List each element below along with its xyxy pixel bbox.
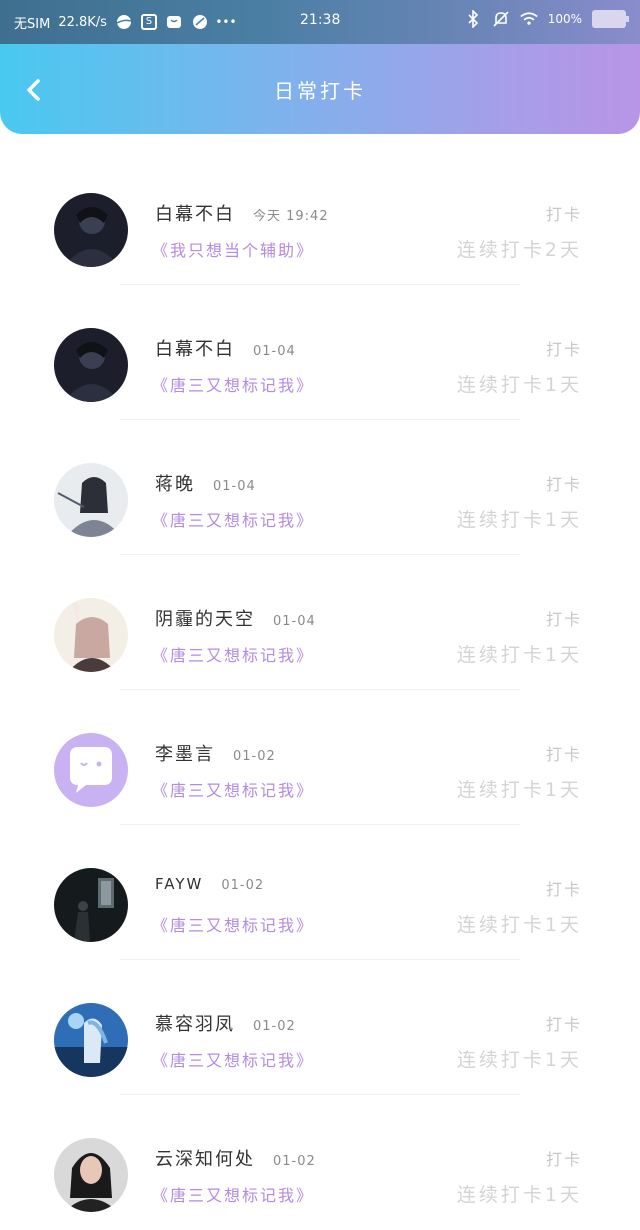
- avatar[interactable]: [54, 193, 128, 267]
- list-item[interactable]: 白幕不白 01-04 《唐三又想标记我》 打卡 连续打卡1天: [0, 285, 640, 420]
- checkin-button[interactable]: 打卡: [546, 1011, 582, 1035]
- streak-label: 连续打卡1天: [456, 914, 582, 936]
- user-name: 慕容羽凤: [155, 1014, 235, 1035]
- checkin-time: 01-02: [253, 1019, 296, 1034]
- checkin-button[interactable]: 打卡: [546, 201, 582, 225]
- list-item[interactable]: 慕容羽凤 01-02 《唐三又想标记我》 打卡 连续打卡1天: [0, 960, 640, 1095]
- list-item[interactable]: 云深知何处 01-02 《唐三又想标记我》 打卡 连续打卡1天: [0, 1095, 640, 1230]
- back-button[interactable]: [20, 76, 48, 104]
- book-title[interactable]: 《我只想当个辅助》: [152, 237, 314, 261]
- more-dots-icon: •••: [215, 15, 237, 29]
- list-item[interactable]: FAYW 01-02 《唐三又想标记我》 打卡 连续打卡1天: [0, 825, 640, 960]
- user-name: 阴霾的天空: [155, 609, 255, 630]
- checkin-button[interactable]: 打卡: [546, 336, 582, 360]
- avatar[interactable]: [54, 1003, 128, 1077]
- book-title[interactable]: 《唐三又想标记我》: [152, 507, 314, 531]
- bag-icon: [165, 13, 183, 31]
- list-item[interactable]: 李墨言 01-02 《唐三又想标记我》 打卡 连续打卡1天: [0, 690, 640, 825]
- book-title[interactable]: 《唐三又想标记我》: [152, 642, 314, 666]
- streak-label: 连续打卡1天: [456, 644, 582, 666]
- checkin-button[interactable]: 打卡: [546, 471, 582, 495]
- avatar[interactable]: [54, 1138, 128, 1212]
- user-name: 白幕不白: [155, 204, 235, 225]
- book-title[interactable]: 《唐三又想标记我》: [152, 777, 314, 801]
- user-name: 云深知何处: [155, 1149, 255, 1170]
- page-title: 日常打卡: [274, 78, 366, 103]
- clock: 21:38: [300, 12, 341, 28]
- user-name: 蒋晚: [155, 474, 195, 495]
- book-title[interactable]: 《唐三又想标记我》: [152, 1182, 314, 1206]
- list-item[interactable]: 蒋晚 01-04 《唐三又想标记我》 打卡 连续打卡1天: [0, 420, 640, 555]
- status-bar: 无SIM 22.8K/s S ••• 21:38 100%: [0, 0, 640, 44]
- user-name: 李墨言: [155, 744, 215, 765]
- checkin-time: 01-02: [233, 749, 276, 764]
- book-title[interactable]: 《唐三又想标记我》: [152, 372, 314, 396]
- streak-label: 连续打卡1天: [456, 1049, 582, 1071]
- avatar[interactable]: [54, 328, 128, 402]
- battery-percent: 100%: [547, 12, 582, 26]
- streak-label: 连续打卡1天: [456, 509, 582, 531]
- checkin-button[interactable]: 打卡: [546, 741, 582, 765]
- app-header: 日常打卡: [0, 44, 640, 134]
- avatar[interactable]: [54, 463, 128, 537]
- user-name: FAYW: [155, 875, 204, 893]
- checkin-button[interactable]: 打卡: [546, 876, 582, 900]
- checkin-time: 01-02: [273, 1154, 316, 1169]
- checkin-time: 01-04: [253, 344, 296, 359]
- book-title[interactable]: 《唐三又想标记我》: [152, 912, 314, 936]
- list-item[interactable]: 白幕不白 今天 19:42 《我只想当个辅助》 打卡 连续打卡2天: [0, 150, 640, 285]
- streak-label: 连续打卡2天: [456, 239, 582, 261]
- battery-icon: [592, 10, 629, 28]
- avatar[interactable]: [54, 868, 128, 942]
- streak-label: 连续打卡1天: [456, 779, 582, 801]
- avatar[interactable]: [54, 733, 128, 807]
- checkin-button[interactable]: 打卡: [546, 606, 582, 630]
- checkin-time: 01-04: [273, 614, 316, 629]
- paw-icon: [191, 13, 209, 31]
- streak-label: 连续打卡1天: [456, 1184, 582, 1206]
- checkin-list: 白幕不白 今天 19:42 《我只想当个辅助》 打卡 连续打卡2天 白幕不白 0…: [0, 150, 640, 1230]
- checkin-time: 今天 19:42: [253, 209, 329, 224]
- list-item[interactable]: 阴霾的天空 01-04 《唐三又想标记我》 打卡 连续打卡1天: [0, 555, 640, 690]
- app-s-icon: S: [140, 14, 157, 30]
- streak-label: 连续打卡1天: [456, 374, 582, 396]
- mute-bell-icon: [492, 10, 510, 28]
- wifi-icon: [519, 10, 538, 28]
- bluetooth-icon: [464, 10, 482, 28]
- book-title[interactable]: 《唐三又想标记我》: [152, 1047, 314, 1071]
- checkin-time: 01-02: [221, 878, 265, 893]
- checkin-time: 01-04: [213, 479, 256, 494]
- user-name: 白幕不白: [155, 339, 235, 360]
- avatar[interactable]: [54, 598, 128, 672]
- chevron-left-icon: [27, 79, 40, 101]
- checkin-button[interactable]: 打卡: [546, 1146, 582, 1170]
- planet-icon: [115, 13, 133, 31]
- network-speed: 22.8K/s: [58, 14, 107, 30]
- carrier-label: 无SIM: [14, 16, 51, 32]
